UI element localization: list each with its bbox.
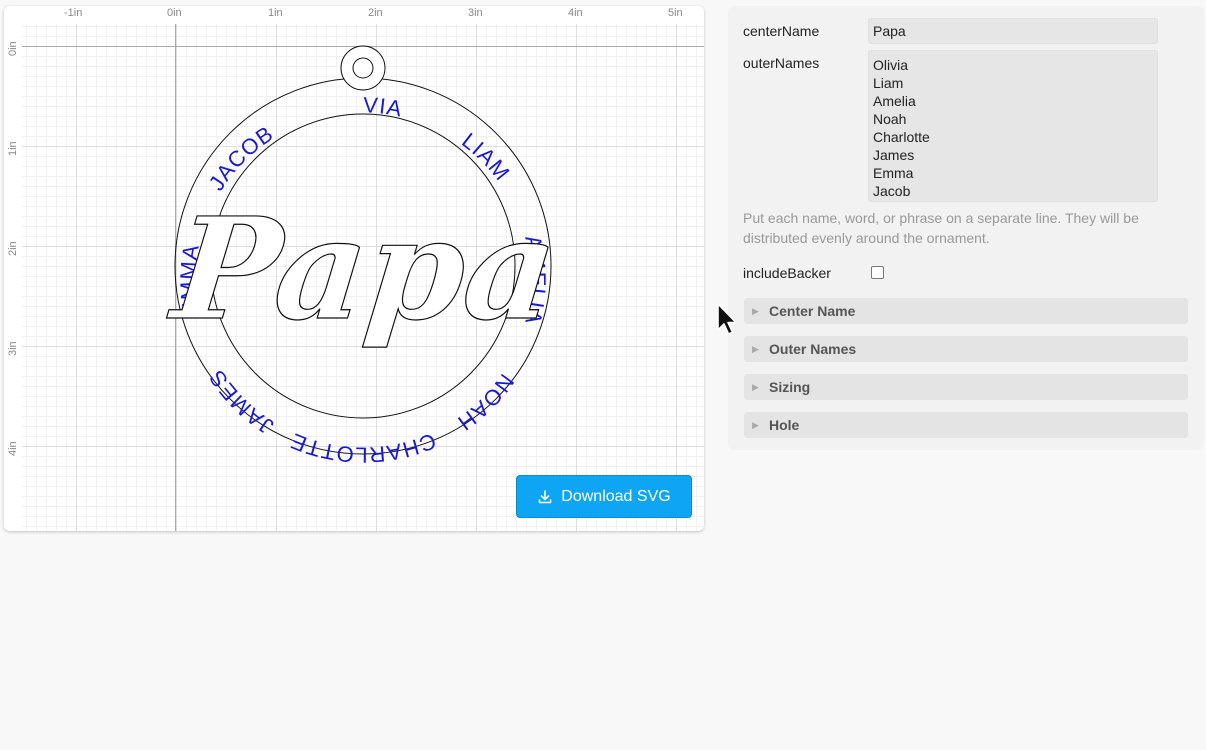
download-button-label: Download SVG	[561, 487, 671, 505]
include-backer-label: includeBacker	[743, 265, 831, 281]
section-sizing[interactable]: ▶ Sizing	[744, 374, 1188, 400]
section-label: Outer Names	[769, 341, 857, 357]
section-label: Hole	[769, 417, 800, 433]
disclosure-triangle-icon: ▶	[752, 343, 759, 354]
outer-name: NOAH	[453, 369, 519, 436]
disclosure-triangle-icon: ▶	[752, 305, 759, 316]
design-canvas[interactable]: -1in 0in 1in 2in 3in 4in 5in 0in 1in 2in…	[4, 6, 704, 531]
outer-name-line: Emma	[873, 165, 914, 181]
outer-name-line: Noah	[873, 111, 907, 127]
download-icon	[538, 489, 552, 503]
outer-name-line: James	[873, 147, 915, 163]
disclosure-triangle-icon: ▶	[752, 381, 759, 392]
outer-name-line: Amelia	[873, 93, 916, 109]
download-svg-button[interactable]: Download SVG	[516, 475, 692, 518]
section-center-name[interactable]: ▶ Center Name	[744, 298, 1188, 324]
outer-name-line: Charlotte	[873, 129, 930, 145]
outer-names-label: outerNames	[743, 55, 820, 71]
outer-name: JAMES	[204, 365, 277, 439]
outer-name: CHARLOTTE	[286, 428, 438, 467]
outer-name-line: Jacob	[873, 183, 911, 199]
center-name-input[interactable]: Papa	[868, 18, 1158, 44]
controls-panel: centerName Papa outerNames Olivia Liam A…	[728, 6, 1204, 450]
section-label: Center Name	[769, 303, 856, 319]
outer-name: JACOB	[204, 121, 277, 195]
center-name-label: centerName	[743, 23, 820, 39]
include-backer-checkbox[interactable]	[871, 266, 884, 279]
svg-text:JACOB: JACOB	[204, 121, 278, 195]
ornament-preview: OLIVIA LIAM AMELIA NOAH CHARLOTTE JAMES …	[4, 6, 565, 468]
hanger-hole	[352, 57, 374, 79]
section-outer-names[interactable]: ▶ Outer Names	[744, 336, 1188, 362]
svg-text:JAMES: JAMES	[204, 365, 278, 439]
mouse-cursor-icon	[717, 303, 737, 335]
outer-names-help-text: Put each name, word, or phrase on a sepa…	[743, 210, 1139, 246]
svg-text:CHARLOTTE: CHARLOTTE	[286, 428, 439, 467]
outer-names-textarea[interactable]: Olivia Liam Amelia Noah Charlotte James …	[868, 50, 1158, 202]
section-hole[interactable]: ▶ Hole	[744, 412, 1188, 438]
center-name-text: Papa	[162, 187, 564, 352]
disclosure-triangle-icon: ▶	[752, 419, 759, 430]
outer-name-line: Olivia	[873, 57, 909, 73]
outer-name-line: Liam	[873, 75, 904, 91]
svg-text:NOAH: NOAH	[453, 369, 520, 436]
section-label: Sizing	[769, 379, 811, 395]
